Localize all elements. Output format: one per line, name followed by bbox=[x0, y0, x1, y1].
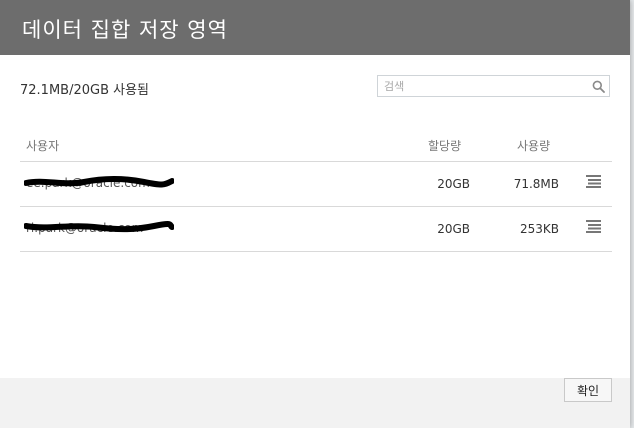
user-used: 253KB bbox=[519, 222, 559, 236]
hamburger-menu-icon[interactable] bbox=[586, 174, 601, 188]
column-header-quota[interactable]: 할당량 bbox=[428, 137, 461, 154]
table-row[interactable]: ri.park@oracle.com 20GB 253KB bbox=[20, 207, 612, 252]
redaction-mark bbox=[24, 176, 174, 188]
user-quota: 20GB bbox=[437, 177, 470, 191]
search-input[interactable] bbox=[384, 78, 584, 94]
dataset-storage-dialog: 데이터 집합 저장 영역 72.1MB/20GB 사용됨 사용자 할당량 사용량… bbox=[0, 0, 630, 428]
column-header-user[interactable]: 사용자 bbox=[26, 137, 59, 154]
dialog-header: 데이터 집합 저장 영역 bbox=[0, 0, 630, 55]
dialog-title: 데이터 집합 저장 영역 bbox=[22, 18, 228, 42]
storage-usage-summary: 72.1MB/20GB 사용됨 bbox=[20, 83, 150, 98]
user-used: 71.8MB bbox=[513, 177, 559, 191]
dialog-footer bbox=[0, 378, 630, 428]
column-header-used[interactable]: 사용량 bbox=[517, 137, 550, 154]
ok-button[interactable]: 확인 bbox=[564, 378, 612, 402]
search-icon[interactable] bbox=[592, 80, 605, 93]
redaction-mark bbox=[24, 221, 174, 233]
background-window-edge bbox=[630, 0, 634, 428]
search-field[interactable] bbox=[377, 75, 610, 97]
table-row[interactable]: ee.park@oracle.com 20GB 71.8MB bbox=[20, 162, 612, 207]
table-header: 사용자 할당량 사용량 bbox=[20, 130, 612, 162]
user-quota: 20GB bbox=[437, 222, 470, 236]
hamburger-menu-icon[interactable] bbox=[586, 219, 601, 233]
